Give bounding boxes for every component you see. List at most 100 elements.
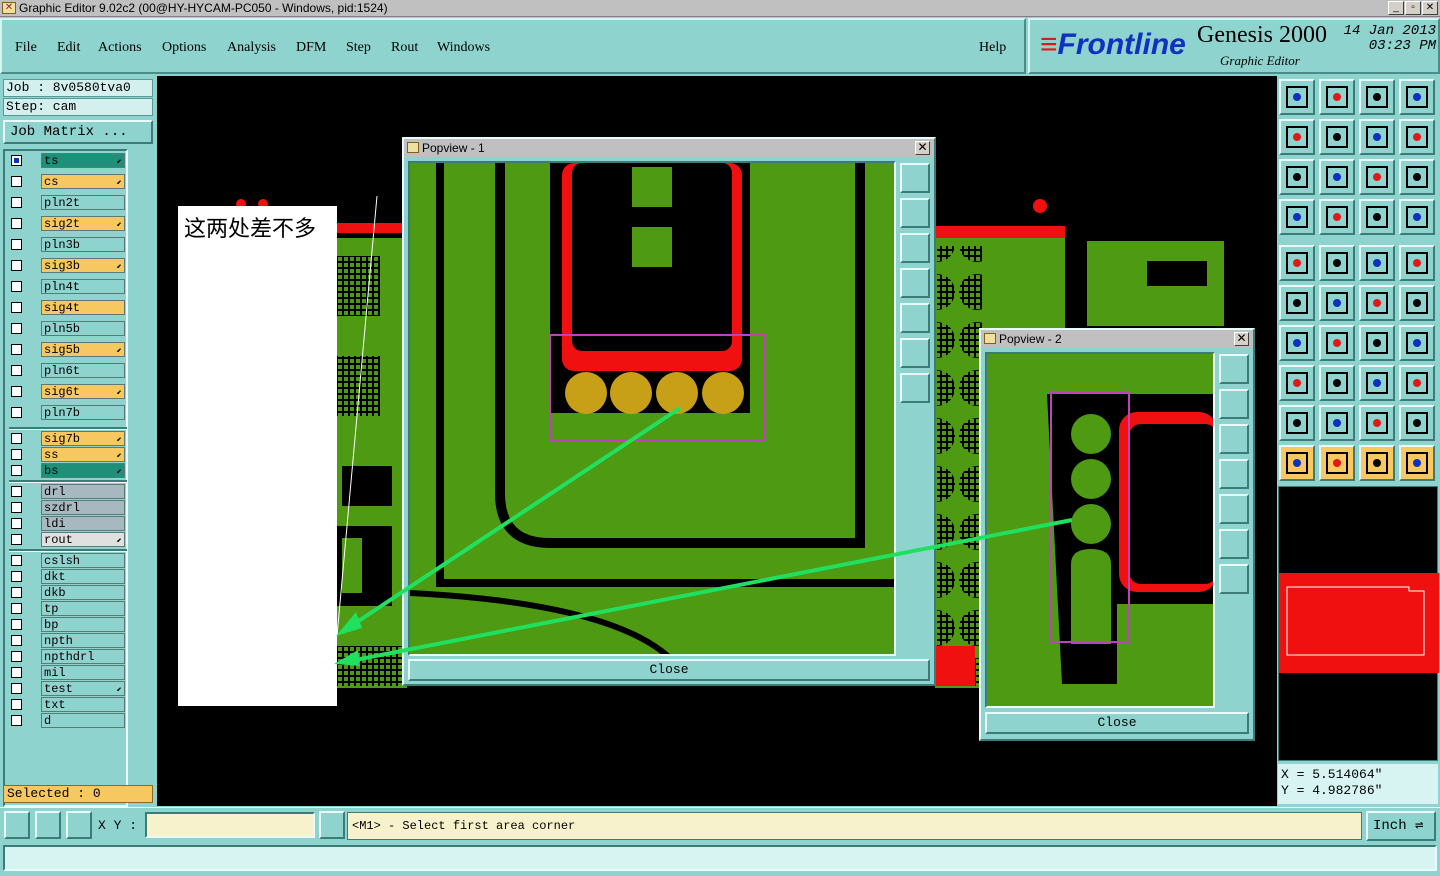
layer-row-pln3b[interactable]: pln3b [9,237,127,252]
layer-swap-b-icon[interactable] [1399,199,1435,235]
ruler-icon[interactable] [1359,245,1395,281]
layer-checkbox[interactable] [11,619,22,630]
pan-left-icon[interactable] [900,268,930,298]
layer-checkbox[interactable] [11,502,22,513]
pointer-icon[interactable] [1279,445,1315,481]
layer-name[interactable]: bp [41,617,125,632]
units-select[interactable]: Inch ⇌ [1366,811,1436,841]
job-matrix-button[interactable]: Job Matrix ... [3,120,153,144]
menu-windows[interactable]: Windows [437,40,490,56]
layer-checkbox[interactable] [11,667,22,678]
layer-row-pln7b[interactable]: pln7b [9,405,127,420]
layer-name[interactable]: tp [41,601,125,616]
layer-name[interactable]: drl [41,484,125,499]
layer-name[interactable]: ts ⬋ [41,153,125,168]
zoom-fit-icon[interactable] [1219,529,1249,559]
layer-checkbox[interactable] [11,534,22,545]
step-right-icon[interactable] [1319,119,1355,155]
settings-icon[interactable] [1279,199,1315,235]
pan-right-icon[interactable] [1219,494,1249,524]
info-icon[interactable] [319,811,345,839]
add-pad-icon[interactable] [1359,285,1395,321]
close-window-button[interactable]: ✕ [1422,1,1438,15]
step-up-icon[interactable] [1279,79,1315,115]
zoom-in-icon[interactable] [900,163,930,193]
menu-actions[interactable]: Actions [98,40,142,56]
popview-2-close-button[interactable]: Close [985,712,1249,734]
layer-name[interactable]: npth [41,633,125,648]
layer-name[interactable]: ldi [41,516,125,531]
layer-row-szdrl[interactable]: szdrl [9,500,127,515]
home-icon[interactable] [1359,79,1395,115]
reverse-icon[interactable] [1359,119,1395,155]
layer-row-mil[interactable]: mil [9,665,127,680]
layer-row-drl[interactable]: drl [9,484,127,499]
layer-row-pln6t[interactable]: pln6t [9,363,127,378]
layer-checkbox[interactable] [11,155,22,166]
shapes-icon[interactable] [1399,365,1435,401]
triangle-blue-icon[interactable] [1319,405,1355,441]
layer-checkbox[interactable] [11,587,22,598]
maximize-button[interactable]: ▫ [1405,1,1421,15]
layer-row-ldi[interactable]: ldi [9,516,127,531]
measure-icon[interactable] [35,811,61,839]
layer-row-pln4t[interactable]: pln4t [9,279,127,294]
layer-checkbox[interactable] [11,218,22,229]
layer-name[interactable]: sig4t [41,300,125,315]
layer-checkbox[interactable] [11,603,22,614]
layer-row-bp[interactable]: bp [9,617,127,632]
zoom-out-icon[interactable] [900,373,930,403]
grid-icon[interactable] [66,811,92,839]
triangle-red-icon[interactable] [1279,405,1315,441]
layer-name[interactable]: npthdrl [41,649,125,664]
layer-name[interactable]: sig3b ⬋ [41,258,125,273]
pan-right-icon[interactable] [900,303,930,333]
popview-2-close-icon[interactable]: ✕ [1234,332,1249,346]
layer-checkbox[interactable] [11,715,22,726]
route-icon[interactable] [1399,445,1435,481]
layer-row-txt[interactable]: txt [9,697,127,712]
layer-row-dkb[interactable]: dkb [9,585,127,600]
pointer-select-icon[interactable] [1359,445,1395,481]
layer-name[interactable]: pln3b [41,237,125,252]
layer-row-d[interactable]: d [9,713,127,728]
popview-1-canvas[interactable] [408,161,896,656]
fill-pad-icon[interactable] [1399,245,1435,281]
layer-name[interactable]: pln2t [41,195,125,210]
layer-name[interactable]: sig6t ⬋ [41,384,125,399]
ratio-12-icon[interactable] [1359,159,1395,195]
slope-icon[interactable] [1279,325,1315,361]
layer-name[interactable]: pln5b [41,321,125,336]
layer-row-pln2t[interactable]: pln2t [9,195,127,210]
layer-row-sig6t[interactable]: sig6t ⬋ [9,384,127,399]
layer-row-cs[interactable]: cs ⬋ [9,174,127,189]
step-left-icon[interactable] [1279,119,1315,155]
menu-step[interactable]: Step [346,40,371,56]
layer-checkbox[interactable] [11,197,22,208]
menu-dfm[interactable]: DFM [296,40,326,56]
xy-input[interactable] [145,812,315,838]
pan-down-icon[interactable] [900,233,930,263]
layer-name[interactable]: sig7b ⬋ [41,431,125,446]
layer-row-sig2t[interactable]: sig2t ⬋ [9,216,127,231]
draw-line-icon[interactable] [1319,245,1355,281]
layer-checkbox[interactable] [11,302,22,313]
layer-checkbox[interactable] [11,433,22,444]
layer-row-bs[interactable]: bs ⬋ [9,463,127,478]
layer-swap-a-icon[interactable] [1359,199,1395,235]
pointer-box-icon[interactable] [1319,445,1355,481]
split-tool-icon[interactable] [1399,325,1435,361]
layer-checkbox[interactable] [11,651,22,662]
minimap-view[interactable] [1278,486,1439,761]
menu-analysis[interactable]: Analysis [227,40,276,56]
pan-center-icon[interactable] [1319,159,1355,195]
layer-checkbox[interactable] [11,407,22,418]
layer-name[interactable]: d [41,713,125,728]
menu-options[interactable]: Options [162,40,206,56]
arc-tool-icon[interactable] [1359,325,1395,361]
a-shape-icon[interactable] [1359,405,1395,441]
layer-name[interactable]: test ⬋ [41,681,125,696]
menu-edit[interactable]: Edit [57,40,80,56]
layer-checkbox[interactable] [11,449,22,460]
layer-row-pln5b[interactable]: pln5b [9,321,127,336]
